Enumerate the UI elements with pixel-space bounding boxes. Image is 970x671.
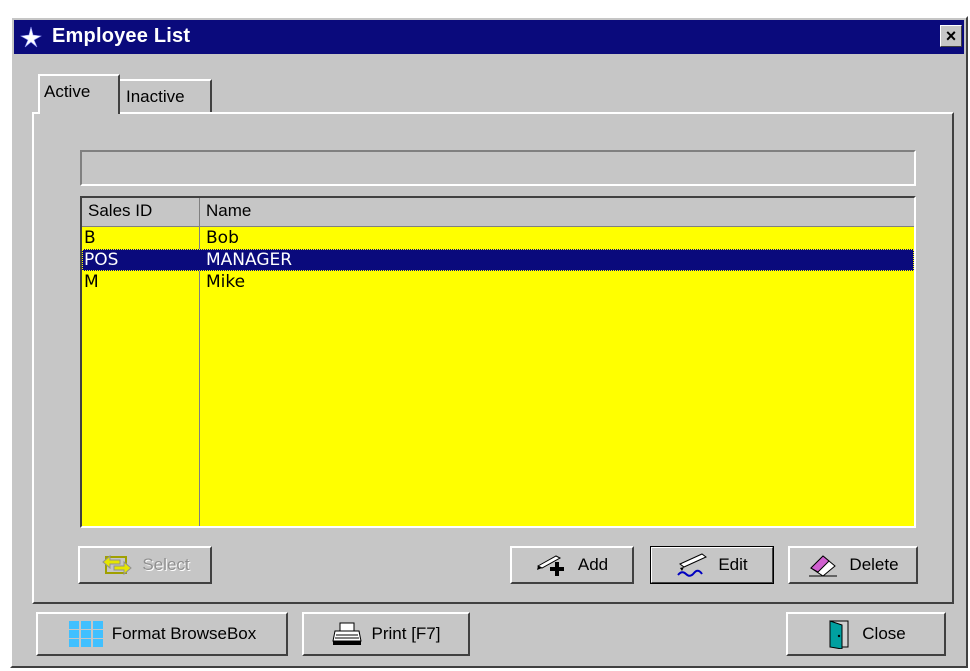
name-cell: Mike [206, 272, 246, 292]
column-header-name[interactable]: Name [200, 198, 914, 226]
locator-field[interactable] [80, 150, 916, 186]
sales-id-cell: POS [84, 250, 119, 270]
close-button[interactable]: Close [786, 612, 946, 656]
delete-button-label: Delete [849, 555, 899, 574]
close-icon[interactable]: × [940, 25, 962, 47]
add-pencil-icon [536, 555, 564, 576]
tab-active[interactable]: Active [38, 74, 120, 114]
add-button-label: Add [577, 555, 609, 574]
delete-button[interactable]: Delete [788, 546, 918, 584]
select-button[interactable]: Select [78, 546, 212, 584]
name-cell: MANAGER [206, 250, 293, 270]
edit-button[interactable]: Edit [650, 546, 774, 584]
title-bar[interactable]: Employee List × [14, 20, 964, 54]
select-arrow-icon [102, 554, 133, 576]
format-browsebox-button[interactable]: Format BrowseBox [36, 612, 288, 656]
grid-icon [68, 621, 103, 647]
name-cell: Bob [206, 228, 239, 248]
print-button[interactable]: Print [F7] [302, 612, 470, 656]
table-row[interactable]: M Mike [82, 271, 914, 293]
edit-pen-icon [677, 553, 708, 577]
eraser-icon [809, 555, 838, 577]
close-button-label: Close [862, 624, 906, 643]
window-title: Employee List [52, 25, 191, 47]
printer-icon [331, 622, 362, 645]
add-button[interactable]: Add [510, 546, 634, 584]
sales-id-cell: B [84, 228, 96, 248]
print-button-label: Print [F7] [371, 624, 441, 643]
tab-panel-active: Sales ID Name B Bob POS MANAGER M Mike S… [32, 112, 954, 604]
app-star-icon [20, 26, 42, 48]
format-browsebox-label: Format BrowseBox [111, 624, 257, 643]
sales-id-cell: M [84, 272, 99, 292]
table-row-selected[interactable]: POS MANAGER [82, 249, 914, 271]
column-headers: Sales ID Name [82, 198, 914, 227]
edit-button-label: Edit [718, 555, 748, 574]
employee-browse-list[interactable]: Sales ID Name B Bob POS MANAGER M Mike [80, 196, 916, 528]
tab-inactive[interactable]: Inactive [118, 79, 212, 113]
door-icon [829, 620, 849, 649]
select-button-label: Select [142, 555, 190, 574]
column-header-sales-id[interactable]: Sales ID [82, 198, 200, 226]
table-row[interactable]: B Bob [82, 227, 914, 249]
employee-list-window: Employee List × Active Inactive Sales ID… [10, 16, 968, 668]
